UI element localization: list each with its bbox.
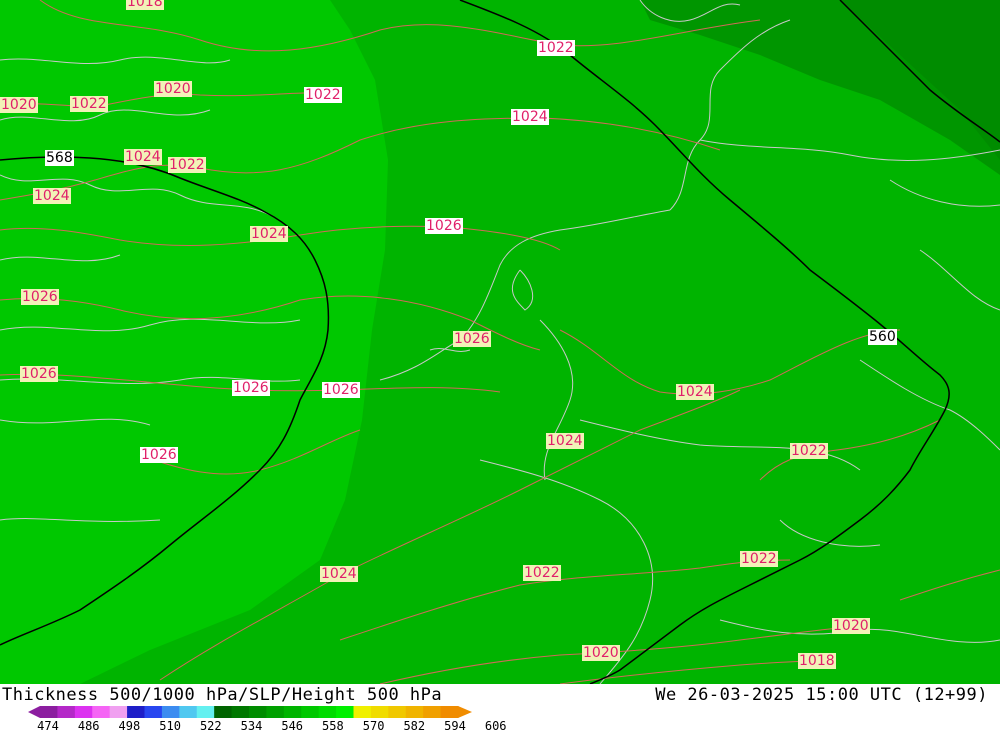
isobar-label: 1026: [20, 366, 58, 382]
isobar-label: 1026: [232, 380, 270, 396]
isobar-label: 1026: [140, 447, 178, 463]
scale-swatch: [318, 706, 337, 718]
scale-swatch: [74, 706, 93, 718]
isobar-label: 1022: [740, 551, 778, 567]
map-canvas: [0, 0, 1000, 684]
isobar-label: 1020: [832, 618, 870, 634]
isobar-label: 1024: [250, 226, 288, 242]
scale-swatch: [57, 706, 76, 718]
scale-swatch: [266, 706, 285, 718]
color-scale-labels: 474 486 498 510 522 534 546 558 570 582 594 606: [0, 719, 520, 733]
color-scale-bar: [28, 706, 472, 718]
isobar-label: 1024: [124, 149, 162, 165]
isobar-label: 1022: [168, 157, 206, 173]
scale-tick-label: 570: [362, 719, 385, 733]
isobar-label: 1024: [320, 566, 358, 582]
scale-swatch: [353, 706, 372, 718]
scale-tick-label: 522: [199, 719, 222, 733]
height-label: 560: [868, 329, 897, 345]
scale-swatch: [179, 706, 198, 718]
isobar-label: 1024: [511, 109, 549, 125]
isobar-label: 1026: [322, 382, 360, 398]
scale-tick-label: 558: [322, 719, 344, 733]
scale-tick-label: 594: [444, 719, 466, 733]
scale-tick-label: 582: [403, 719, 426, 733]
scale-tick-label: 474: [37, 719, 59, 733]
isobar-label: 1026: [21, 289, 59, 305]
scale-swatch: [109, 706, 128, 718]
isobar-label: 1022: [537, 40, 575, 56]
isobar-label: 1022: [70, 96, 108, 112]
scale-swatch: [370, 706, 389, 718]
isobar-label: 1020: [582, 645, 620, 661]
scale-swatch: [423, 706, 442, 718]
isobar-label: 1026: [453, 331, 491, 347]
isobar-label: 1024: [546, 433, 584, 449]
scale-swatch: [388, 706, 407, 718]
isobar-label: 1020: [0, 97, 38, 113]
scale-swatch: [196, 706, 215, 718]
isobar-label: 1022: [523, 565, 561, 581]
scale-swatch: [440, 706, 459, 718]
isobar-label: 1022: [304, 87, 342, 103]
isobar-label: 1024: [33, 188, 71, 204]
scale-swatch: [231, 706, 250, 718]
isobar-label: 1026: [425, 218, 463, 234]
scale-swatch: [214, 706, 233, 718]
isobar-label: 1018: [126, 0, 164, 10]
isobar-label: 1018: [798, 653, 836, 669]
scale-tick-label: 510: [159, 719, 181, 733]
map-title: Thickness 500/1000 hPa/SLP/Height 500 hP…: [2, 685, 443, 705]
scale-swatch: [161, 706, 180, 718]
isobar-label: 1022: [790, 443, 828, 459]
scale-swatch: [144, 706, 163, 718]
scale-swatch: [40, 706, 58, 718]
scale-tick-label: 486: [77, 719, 100, 733]
scale-swatch: [336, 706, 354, 718]
scale-swatch: [249, 706, 267, 718]
scale-swatch: [405, 706, 424, 718]
height-label: 568: [45, 150, 74, 166]
map-area: 1018 1020 1022 1020 1022 1022 1024 1024 …: [0, 0, 1000, 684]
scale-swatch: [283, 706, 302, 718]
scale-swatch: [301, 706, 320, 718]
scale-tick-label: 534: [240, 719, 263, 733]
isobar-label: 1024: [676, 384, 714, 400]
forecast-datetime: We 26-03-2025 15:00 UTC (12+99): [655, 685, 988, 705]
legend-footer: Thickness 500/1000 hPa/SLP/Height 500 hP…: [0, 684, 1000, 733]
scale-arrow-right: [458, 706, 472, 718]
scale-swatch: [127, 706, 145, 718]
scale-tick-label: 606: [484, 719, 507, 733]
scale-tick-label: 546: [281, 719, 304, 733]
scale-swatch: [92, 706, 111, 718]
scale-tick-label: 498: [118, 719, 141, 733]
isobar-label: 1020: [154, 81, 192, 97]
scale-arrow-left: [28, 706, 40, 718]
